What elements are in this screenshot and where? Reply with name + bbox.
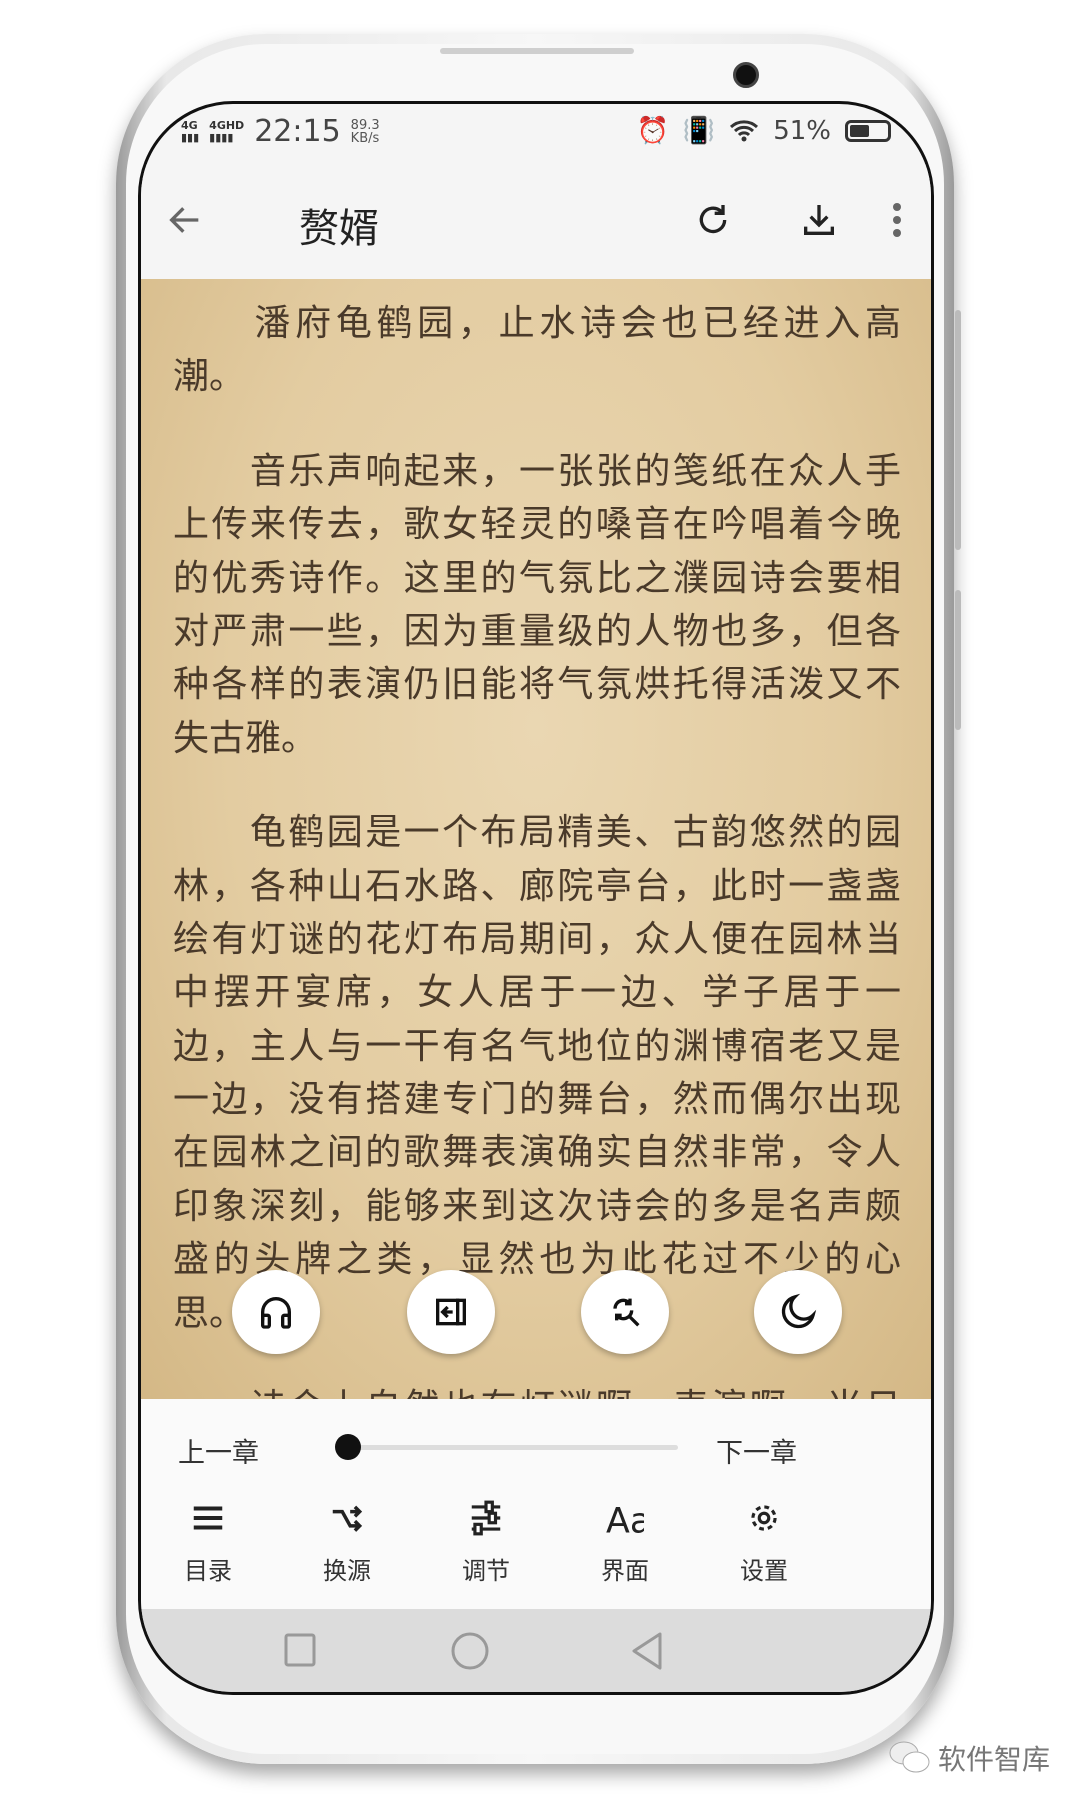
read-aloud-button[interactable] (232, 1270, 320, 1354)
front-camera (733, 62, 759, 88)
download-button[interactable] (793, 194, 845, 246)
moon-icon (781, 1293, 817, 1329)
text-line: 种各样的表演仍旧能将气氛烘托得活泼又不 (173, 664, 901, 706)
paragraph: 潘府龟鹤园，止水诗会也已经进入高 潮。 (173, 297, 901, 404)
text-line: 的优秀诗作。这里的气氛比之濮园诗会要相 (173, 557, 901, 599)
power-button (955, 590, 961, 730)
battery-icon (845, 120, 891, 142)
tune-icon (471, 1500, 501, 1536)
svg-text:Aa: Aa (606, 1501, 644, 1537)
toolbar: 赘婿 (141, 164, 931, 279)
earpiece (440, 48, 634, 54)
chapter-text: 潘府龟鹤园，止水诗会也已经进入高 潮。 音乐声响起来，一张张的笺纸在众人手 上传来传… (173, 297, 901, 1399)
home-circle-icon (451, 1632, 489, 1670)
text-line: 龟鹤园是一个布局精美、古韵悠然的园 (173, 812, 901, 854)
text-line: 边，主人与一干有名气地位的渊博宿老又是 (173, 1025, 901, 1067)
back-triangle-icon (632, 1632, 662, 1670)
more-vert-icon (893, 203, 901, 237)
recents-square-icon (284, 1633, 316, 1667)
text-line: 上传来传去，歌女轻灵的嗓音在吟唱着今晚 (173, 504, 901, 546)
text-line: 一边，没有搭建专门的舞台，然而偶尔出现 (173, 1079, 901, 1121)
replace-button[interactable] (581, 1270, 669, 1354)
clock: 22:15 (254, 114, 341, 149)
reading-page[interactable]: 潘府龟鹤园，止水诗会也已经进入高 潮。 音乐声响起来，一张张的笺纸在众人手 上传来传… (141, 279, 931, 1399)
list-icon (193, 1506, 223, 1530)
chapter-progress-slider[interactable] (335, 1434, 678, 1460)
watermark: 软件智库 (888, 1738, 1050, 1778)
back-button[interactable] (159, 194, 211, 246)
paragraph: 诗会上自然也有灯谜啊，表演啊，当日 (173, 1381, 901, 1399)
bottom-menu: 上一章 下一章 目录 换源 调节 Aa 界面 设置 (141, 1399, 931, 1609)
text-line: 失古雅。 (173, 717, 318, 759)
signal-1: 4G ▮▮▮ (181, 118, 200, 144)
shuffle-icon (332, 1505, 363, 1532)
refresh-button[interactable] (687, 194, 739, 246)
recents-button[interactable] (281, 1629, 321, 1677)
gear-icon (751, 1505, 777, 1531)
battery-percent: 51% (773, 116, 831, 146)
text-line: 中摆开宴席，女人居于一边、学子居于一 (173, 972, 901, 1014)
search-replace-icon (613, 1298, 640, 1327)
more-button[interactable] (871, 194, 923, 246)
auto-page-button[interactable] (407, 1270, 495, 1354)
exit-page-icon (436, 1298, 466, 1326)
book-title: 赘婿 (299, 206, 379, 252)
text-line: 潮。 (173, 356, 246, 398)
refresh-icon (699, 205, 727, 234)
headphones-icon (261, 1297, 291, 1329)
signal-2: 4GHD ▮▮▮▮ (209, 118, 245, 144)
volume-button (955, 310, 961, 550)
font-icon: Aa (606, 1501, 644, 1537)
screen: 4G ▮▮▮ 4GHD ▮▮▮▮ 22:15 89.3 KB/s ⏰ 📳 51% 赘婿… (138, 101, 934, 1695)
text-line: 诗会上自然也有灯谜啊，表演啊，当日 (173, 1381, 901, 1399)
wifi-icon (730, 120, 759, 142)
night-mode-button[interactable] (754, 1270, 842, 1354)
text-line: 在园林之间的歌舞表演确实自然非常，令人 (173, 1132, 901, 1174)
prev-chapter-button[interactable]: 上一章 (178, 1431, 259, 1470)
menu-adjust[interactable]: 调节 (436, 1499, 536, 1586)
back-nav-button[interactable] (626, 1629, 670, 1677)
download-icon (804, 205, 834, 235)
net-speed: 89.3 KB/s (350, 117, 380, 146)
text-line: 林，各种山石水路、廊院亭台，此时一盏盏 (173, 865, 901, 907)
paragraph: 音乐声响起来，一张张的笺纸在众人手 上传来传去，歌女轻灵的嗓音在吟唱着今晚 的优秀诗… (173, 445, 901, 765)
text-line: 潘府龟鹤园，止水诗会也已经进入高 (173, 303, 901, 344)
system-nav-bar (141, 1609, 931, 1692)
text-line: 印象深刻，能够来到这次诗会的多是名声颇 (173, 1185, 901, 1227)
next-chapter-button[interactable]: 下一章 (716, 1431, 797, 1470)
back-arrow-icon (169, 207, 199, 233)
vibrate-icon: 📳 (682, 116, 716, 146)
text-line: 音乐声响起来，一张张的笺纸在众人手 (173, 450, 901, 492)
menu-catalog[interactable]: 目录 (158, 1499, 258, 1586)
wechat-icon (889, 1741, 930, 1773)
menu-change-source[interactable]: 换源 (297, 1499, 397, 1586)
home-button[interactable] (448, 1629, 492, 1677)
menu-interface[interactable]: Aa 界面 (575, 1499, 675, 1586)
paragraph: 龟鹤园是一个布局精美、古韵悠然的园 林，各种山石水路、廊院亭台，此时一盏盏 绘有灯谜… (173, 806, 901, 1340)
status-bar: 4G ▮▮▮ 4GHD ▮▮▮▮ 22:15 89.3 KB/s ⏰ 📳 51% (141, 104, 931, 164)
text-line: 绘有灯谜的花灯布局期间，众人便在园林当 (173, 918, 901, 960)
slider-thumb[interactable] (335, 1434, 361, 1460)
menu-settings[interactable]: 设置 (714, 1499, 814, 1586)
text-line: 对严肃一些，因为重量级的人物也多，但各 (173, 610, 901, 652)
alarm-icon: ⏰ (636, 116, 669, 146)
